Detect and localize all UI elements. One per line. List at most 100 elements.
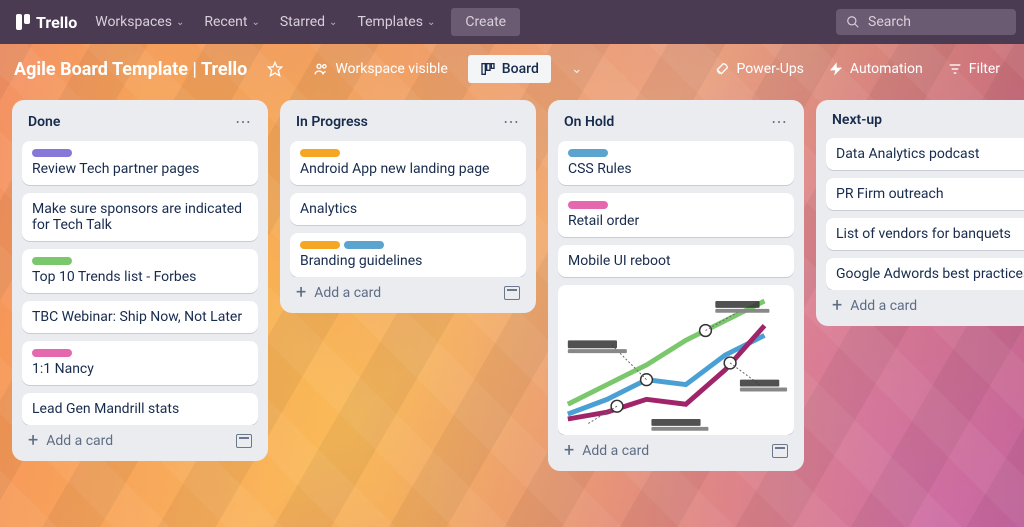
chevron-down-icon: ⌄ [571, 61, 583, 77]
add-card-button[interactable]: + Add a card [558, 435, 794, 461]
visibility-button[interactable]: Workspace visible [303, 55, 457, 83]
star-button[interactable] [257, 55, 293, 83]
plus-icon: + [564, 444, 574, 458]
card[interactable]: Google Adwords best practices [826, 258, 1024, 290]
list-title[interactable]: Next-up [832, 112, 882, 128]
card-title: Top 10 Trends list - Forbes [32, 269, 248, 285]
card-title: Make sure sponsors are indicated for Tec… [32, 201, 248, 233]
label[interactable] [300, 241, 340, 249]
add-card-label: Add a card [314, 285, 381, 301]
card-labels [300, 241, 516, 249]
plus-icon: + [832, 299, 842, 313]
add-card-label: Add a card [46, 433, 113, 449]
filter-icon [947, 61, 963, 77]
nav-templates[interactable]: Templates⌄ [347, 8, 445, 36]
board-title[interactable]: Agile Board Template | Trello [14, 59, 247, 80]
label[interactable] [32, 149, 72, 157]
cards-container: Data Analytics podcast PR Firm outreach Li… [826, 138, 1024, 290]
add-card-label: Add a card [850, 298, 917, 314]
card-title: 1:1 Nancy [32, 361, 248, 377]
card-title: Branding guidelines [300, 253, 516, 269]
list: Next-up Data Analytics podcast PR Firm out… [816, 100, 1024, 326]
list-title[interactable]: Done [28, 114, 60, 130]
card-labels [568, 201, 784, 209]
card[interactable]: Make sure sponsors are indicated for Tec… [22, 193, 258, 241]
filter-button[interactable]: Filter [937, 55, 1010, 83]
card-with-cover[interactable] [558, 285, 794, 435]
card[interactable]: Android App new landing page [290, 141, 526, 185]
board-view-button[interactable]: Board [468, 55, 551, 83]
topbar: Trello Workspaces⌄ Recent⌄ Starred⌄ Temp… [0, 0, 1024, 44]
trello-logo-icon [16, 14, 32, 30]
board-lists: Done ⋯ Review Tech partner pages Make sure … [0, 94, 1024, 527]
card[interactable]: PR Firm outreach [826, 178, 1024, 210]
card-title: Analytics [300, 201, 516, 217]
card[interactable]: Review Tech partner pages [22, 141, 258, 185]
template-icon[interactable] [504, 286, 520, 300]
card-title: CSS Rules [568, 161, 784, 177]
card[interactable]: TBC Webinar: Ship Now, Not Later [22, 301, 258, 333]
card[interactable]: List of vendors for banquets [826, 218, 1024, 250]
card-labels [300, 149, 516, 157]
board-header: Agile Board Template | Trello Workspace … [0, 44, 1024, 94]
add-card-button[interactable]: +Add a card [22, 425, 258, 451]
list-menu-button[interactable]: ⋯ [235, 112, 252, 131]
label[interactable] [32, 257, 72, 265]
card[interactable]: Lead Gen Mandrill stats [22, 393, 258, 425]
list-header: Next-up [826, 110, 1024, 138]
search-input[interactable]: Search [836, 9, 1016, 35]
chart-cover-image [558, 285, 794, 435]
template-icon[interactable] [772, 444, 788, 458]
list-title[interactable]: On Hold [564, 114, 614, 130]
nav-workspaces[interactable]: Workspaces⌄ [85, 8, 194, 36]
label[interactable] [568, 149, 608, 157]
template-icon[interactable] [236, 434, 252, 448]
chevron-down-icon: ⌄ [251, 17, 259, 28]
label[interactable] [344, 241, 384, 249]
bolt-icon [828, 61, 844, 77]
card[interactable]: 1:1 Nancy [22, 341, 258, 385]
chevron-down-icon: ⌄ [176, 17, 184, 28]
list-header: Done ⋯ [22, 110, 258, 141]
search-placeholder: Search [868, 14, 911, 30]
automation-button[interactable]: Automation [818, 55, 933, 83]
powerups-button[interactable]: Power-Ups [704, 55, 813, 83]
card-title: Mobile UI reboot [568, 253, 784, 269]
cards-container: Review Tech partner pages Make sure spons… [22, 141, 258, 425]
list-title[interactable]: In Progress [296, 114, 368, 130]
card[interactable]: Branding guidelines [290, 233, 526, 277]
nav-recent[interactable]: Recent⌄ [194, 8, 270, 36]
card[interactable]: Mobile UI reboot [558, 245, 794, 277]
add-card-button[interactable]: + Add a card [826, 290, 1024, 316]
app-name: Trello [36, 13, 77, 32]
logo[interactable]: Trello [8, 13, 85, 32]
list-menu-button[interactable]: ⋯ [771, 112, 788, 131]
card[interactable]: Analytics [290, 193, 526, 225]
card[interactable]: Top 10 Trends list - Forbes [22, 249, 258, 293]
nav-starred[interactable]: Starred⌄ [270, 8, 348, 36]
card-title: TBC Webinar: Ship Now, Not Later [32, 309, 248, 325]
label[interactable] [300, 149, 340, 157]
card[interactable]: Data Analytics podcast [826, 138, 1024, 170]
cards-container: Android App new landing page Analytics Bra… [290, 141, 526, 277]
view-switcher[interactable]: ⌄ [561, 55, 593, 83]
search-icon [846, 15, 860, 29]
card-title: Lead Gen Mandrill stats [32, 401, 248, 417]
cards-container: CSS Rules Retail order Mobile UI reboot [558, 141, 794, 435]
add-card-label: Add a card [582, 443, 649, 459]
create-button[interactable]: Create [451, 8, 520, 36]
add-card-button[interactable]: +Add a card [290, 277, 526, 303]
card-labels [568, 149, 784, 157]
card-labels [32, 257, 248, 265]
label[interactable] [32, 349, 72, 357]
label[interactable] [568, 201, 608, 209]
card-title: List of vendors for banquets [836, 226, 1024, 242]
card[interactable]: CSS Rules [558, 141, 794, 185]
list-menu-button[interactable]: ⋯ [503, 112, 520, 131]
people-icon [313, 61, 329, 77]
board-icon [480, 61, 496, 77]
list-header: On Hold ⋯ [558, 110, 794, 141]
chevron-down-icon: ⌄ [427, 17, 435, 28]
card[interactable]: Retail order [558, 193, 794, 237]
card-title: PR Firm outreach [836, 186, 1024, 202]
